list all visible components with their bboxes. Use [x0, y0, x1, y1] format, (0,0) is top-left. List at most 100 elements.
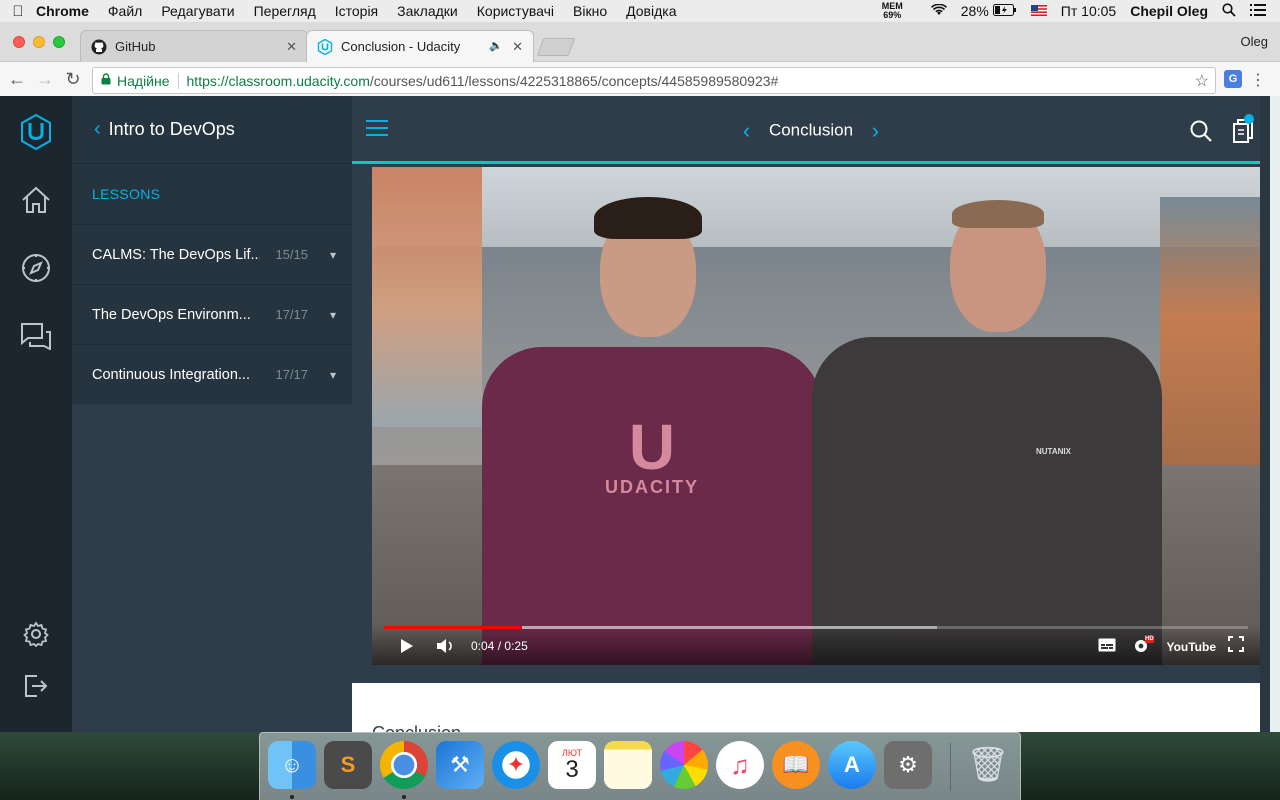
forward-arrow-icon[interactable]: → [34, 69, 56, 90]
course-back-link[interactable]: ‹ Intro to DevOps [72, 96, 352, 164]
video-played-bar [384, 626, 523, 629]
lesson-name: Continuous Integration... [92, 366, 250, 383]
menu-help[interactable]: Довідка [626, 3, 676, 19]
previous-concept-icon[interactable]: ‹ [743, 118, 750, 143]
volume-icon[interactable] [436, 638, 454, 657]
safari-icon[interactable]: ✦ [492, 741, 540, 789]
lesson-item[interactable]: CALMS: The DevOps Lif... 15/15 ▾ [72, 224, 352, 284]
video-scene-wall-left [372, 167, 482, 427]
profile-name[interactable]: Oleg [1241, 34, 1268, 49]
menu-edit[interactable]: Редагувати [161, 3, 234, 19]
home-icon[interactable] [18, 182, 54, 218]
battery-icon[interactable] [992, 3, 1017, 19]
chevron-down-icon[interactable]: ▾ [330, 368, 336, 382]
video-progress-bar[interactable] [384, 626, 1248, 629]
browser-toolbar: ← → ↻ Надійне https://classroom.udacity.… [0, 62, 1280, 98]
menu-history[interactable]: Історія [335, 3, 378, 19]
sublime-text-icon[interactable]: S [324, 741, 372, 789]
menu-file[interactable]: Файл [108, 3, 142, 19]
menu-bookmarks[interactable]: Закладки [397, 3, 458, 19]
running-indicator [290, 795, 294, 799]
spotlight-icon[interactable] [1222, 2, 1236, 20]
logout-icon[interactable] [18, 668, 54, 704]
concept-main: ‹ Conclusion › U UDACITY NUTANIX 0:04 / … [352, 96, 1270, 743]
tab-close-icon[interactable]: ✕ [286, 39, 297, 55]
lesson-item[interactable]: Continuous Integration... 17/17 ▾ [72, 344, 352, 404]
close-window-button[interactable] [13, 36, 25, 48]
url-path: /courses/ud611/lessons/4225318865/concep… [369, 72, 779, 89]
icon-rail [0, 96, 72, 732]
lesson-item[interactable]: The DevOps Environm... 17/17 ▾ [72, 284, 352, 344]
presenter-right: NUTANIX [812, 200, 1162, 665]
fullscreen-icon[interactable] [1228, 636, 1244, 655]
bookmark-star-icon[interactable]: ☆ [1195, 71, 1209, 91]
page-scrollbar[interactable] [1260, 96, 1270, 732]
address-bar[interactable]: Надійне https://classroom.udacity.com/co… [92, 67, 1216, 94]
memory-indicator[interactable]: MEM 69% [882, 2, 917, 20]
notification-center-icon[interactable] [1250, 3, 1266, 19]
xcode-icon[interactable]: ⚒ [436, 741, 484, 789]
menu-app-name[interactable]: Chrome [36, 3, 89, 19]
itunes-icon[interactable]: ♫ [716, 741, 764, 789]
time-separator: / [497, 639, 502, 653]
notes-app-icon[interactable] [604, 741, 652, 789]
flag-us-icon[interactable] [1030, 3, 1047, 19]
clock[interactable]: Пт 10:05 [1061, 3, 1116, 19]
system-preferences-icon[interactable]: ⚙ [884, 741, 932, 789]
tab-udacity[interactable]: Conclusion - Udacity 🔈 ✕ [306, 30, 534, 62]
shirt-logo-text: UDACITY [605, 477, 699, 497]
lock-icon [101, 73, 111, 88]
chrome-menu-icon[interactable]: ⋮ [1250, 70, 1266, 90]
calendar-icon[interactable]: ЛЮТ 3 [548, 741, 596, 789]
menu-view[interactable]: Перегляд [254, 3, 316, 19]
apple-menu-icon[interactable]:  [0, 3, 36, 20]
chrome-icon[interactable] [380, 741, 428, 789]
udacity-favicon-icon [317, 38, 333, 55]
app-store-icon[interactable]: A [828, 741, 876, 789]
tab-github-title: GitHub [115, 39, 156, 54]
time-current: 0:04 [471, 639, 495, 653]
battery-percent: 28% [960, 3, 989, 19]
secure-label[interactable]: Надійне [117, 72, 179, 89]
finder-icon[interactable]: ☺ [268, 741, 316, 789]
concept-title: Conclusion [768, 120, 854, 140]
chevron-down-icon[interactable]: ▾ [330, 308, 336, 322]
back-arrow-icon[interactable]: ← [6, 69, 28, 90]
udacity-logo-icon[interactable] [18, 114, 54, 150]
hd-badge: HD [1145, 636, 1154, 642]
zoom-window-button[interactable] [53, 36, 65, 48]
play-icon[interactable] [400, 638, 414, 657]
reload-icon[interactable]: ↻ [62, 69, 84, 90]
window-controls [13, 36, 65, 48]
minimize-window-button[interactable] [33, 36, 45, 48]
quality-settings-icon[interactable]: HD [1132, 636, 1154, 657]
shirt-brand-text: NUTANIX [1036, 447, 1071, 456]
youtube-logo[interactable]: YouTube [1166, 640, 1216, 654]
trash-icon[interactable]: 🗑 [964, 741, 1012, 789]
tab-github[interactable]: GitHub ✕ [80, 30, 308, 62]
user-name[interactable]: Chepil Oleg [1130, 3, 1208, 19]
wifi-icon[interactable] [930, 3, 947, 19]
github-icon [91, 39, 107, 55]
next-concept-icon[interactable]: › [872, 118, 879, 143]
concept-content: Conclusion [352, 683, 1270, 743]
new-tab-button[interactable] [536, 38, 576, 56]
photos-icon[interactable] [660, 741, 708, 789]
memory-value: 69% [883, 10, 902, 20]
search-icon[interactable] [1190, 120, 1212, 147]
tab-strip: GitHub ✕ Conclusion - Udacity 🔈 ✕ Oleg [0, 22, 1280, 62]
tab-audio-icon[interactable]: 🔈 [489, 39, 503, 52]
tab-close-icon[interactable]: ✕ [512, 39, 523, 55]
menu-window[interactable]: Вікно [573, 3, 607, 19]
translate-extension-icon[interactable]: G [1224, 70, 1242, 88]
lessons-heading: LESSONS [72, 164, 352, 224]
menu-people[interactable]: Користувачі [477, 3, 554, 19]
compass-icon[interactable] [18, 250, 54, 286]
chevron-down-icon[interactable]: ▾ [330, 248, 336, 262]
calendar-day: 3 [565, 756, 579, 783]
settings-gear-icon[interactable] [18, 616, 54, 652]
chat-icon[interactable] [18, 318, 54, 354]
captions-icon[interactable] [1098, 638, 1116, 655]
video-player[interactable]: U UDACITY NUTANIX 0:04 / 0:25 HD YouTube [372, 167, 1260, 665]
ibooks-icon[interactable]: 📖 [772, 741, 820, 789]
